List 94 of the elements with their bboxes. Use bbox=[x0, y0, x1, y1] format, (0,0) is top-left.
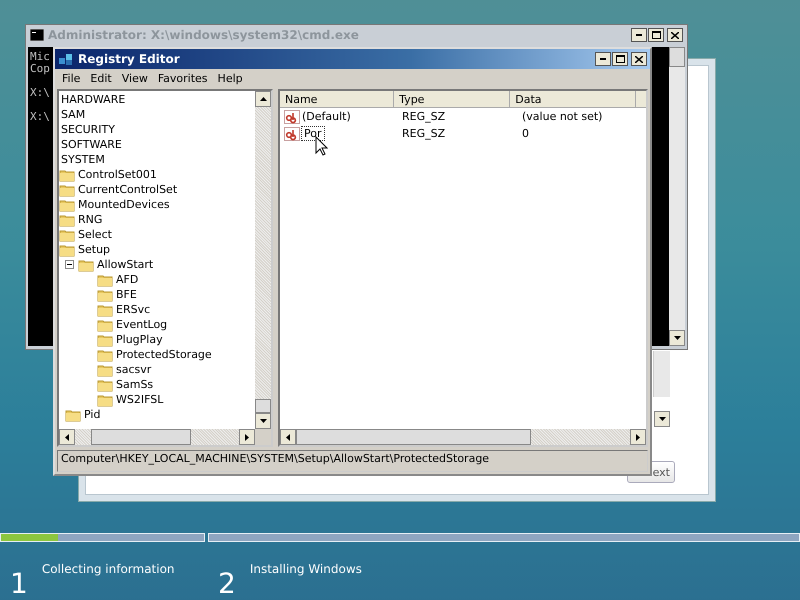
minimize-button[interactable] bbox=[595, 52, 611, 66]
folder-icon bbox=[97, 362, 113, 376]
table-cell-text: (value not set) bbox=[521, 110, 604, 123]
console-icon bbox=[30, 29, 44, 41]
tree-item[interactable]: ERSvc bbox=[116, 303, 150, 316]
close-icon bbox=[671, 32, 679, 38]
status-bar: Computer\HKEY_LOCAL_MACHINE\SYSTEM\Setup\AllowStart\ProtectedStorage bbox=[57, 450, 648, 472]
tree-item[interactable]: ProtectedStorage bbox=[116, 348, 212, 361]
folder-icon bbox=[59, 242, 75, 256]
close-button[interactable] bbox=[667, 28, 683, 42]
tree-item[interactable]: ControlSet001 bbox=[78, 168, 157, 181]
column-header[interactable]: Type bbox=[394, 91, 510, 108]
console-line: X:\ bbox=[30, 111, 50, 123]
menu-item[interactable]: Help bbox=[212, 72, 248, 84]
folder-icon bbox=[97, 288, 113, 302]
tree-item[interactable]: EventLog bbox=[116, 318, 168, 331]
scrollbar-thumb[interactable] bbox=[255, 399, 271, 413]
menu-item[interactable]: Edit bbox=[85, 72, 117, 84]
tree-item[interactable]: Select bbox=[78, 228, 112, 241]
menu-item[interactable]: File bbox=[57, 72, 86, 84]
string-value-icon bbox=[284, 110, 300, 124]
console-line: Mic bbox=[30, 51, 50, 63]
folder-icon bbox=[78, 258, 94, 272]
scroll-right-icon[interactable] bbox=[239, 429, 255, 445]
scroll-right-icon[interactable] bbox=[630, 429, 646, 445]
table-cell-text: REG_SZ bbox=[401, 110, 446, 123]
scroll-left-icon[interactable] bbox=[59, 429, 75, 445]
tree-item[interactable]: sacsvr bbox=[116, 363, 152, 376]
step-number: 2 bbox=[218, 570, 236, 598]
scrollbar-thumb[interactable] bbox=[91, 429, 191, 445]
value-name: (Default) bbox=[302, 110, 351, 123]
tree-item[interactable]: CurrentControlSet bbox=[78, 183, 178, 196]
close-icon bbox=[635, 56, 643, 62]
registry-cubes-icon bbox=[58, 52, 74, 66]
tree-item[interactable]: AllowStart bbox=[97, 258, 154, 271]
step-label: Installing Windows bbox=[250, 562, 362, 578]
folder-icon bbox=[97, 318, 113, 332]
string-value-icon bbox=[284, 126, 300, 140]
folder-icon bbox=[59, 212, 75, 226]
folder-icon bbox=[65, 408, 81, 422]
close-button[interactable] bbox=[631, 52, 647, 66]
tree-item[interactable]: HARDWARE bbox=[61, 93, 126, 106]
scrollbar-thumb[interactable] bbox=[296, 429, 531, 445]
maximize-icon bbox=[616, 55, 624, 63]
folder-icon bbox=[97, 348, 113, 362]
folder-icon bbox=[97, 392, 113, 406]
tree-item[interactable]: Pid bbox=[84, 408, 100, 421]
tree-item[interactable]: WS2IFSL bbox=[116, 393, 164, 406]
scroll-left-icon[interactable] bbox=[280, 429, 296, 445]
step-label: Collecting information bbox=[42, 562, 175, 578]
minimize-button[interactable] bbox=[631, 28, 647, 42]
folder-icon bbox=[59, 198, 75, 212]
collapse-icon[interactable] bbox=[65, 260, 74, 269]
column-header[interactable]: Name bbox=[280, 91, 394, 108]
scroll-up-icon[interactable] bbox=[255, 91, 271, 107]
column-header[interactable]: Data bbox=[510, 91, 636, 108]
maximize-button[interactable] bbox=[648, 28, 664, 42]
menu-item[interactable]: Favorites bbox=[152, 72, 213, 84]
table-cell-text: REG_SZ bbox=[401, 127, 446, 140]
menu-item[interactable]: View bbox=[116, 72, 153, 84]
tree-item[interactable]: SAM bbox=[61, 108, 86, 121]
scroll-down-icon[interactable] bbox=[654, 411, 670, 427]
tree-item[interactable]: SamSs bbox=[116, 378, 154, 391]
tree-item[interactable]: SYSTEM bbox=[61, 153, 105, 166]
scroll-down-icon[interactable] bbox=[669, 330, 685, 346]
tree-item[interactable]: RNG bbox=[78, 213, 102, 226]
step-number: 1 bbox=[10, 570, 28, 598]
minimize-icon bbox=[600, 58, 606, 60]
tree-item[interactable]: PlugPlay bbox=[116, 333, 163, 346]
window-title: Registry Editor bbox=[78, 52, 180, 66]
table-cell-text: 0 bbox=[521, 127, 530, 140]
tree-item[interactable]: SECURITY bbox=[61, 123, 115, 136]
tree-item[interactable]: BFE bbox=[116, 288, 137, 301]
folder-icon bbox=[59, 168, 75, 182]
folder-icon bbox=[97, 378, 113, 392]
folder-icon bbox=[97, 272, 113, 286]
mouse-cursor-icon bbox=[315, 136, 328, 156]
folder-icon bbox=[59, 228, 75, 242]
maximize-icon bbox=[652, 31, 660, 39]
console-line: Cop bbox=[30, 63, 50, 75]
folder-icon bbox=[97, 302, 113, 316]
tree-item[interactable]: MountedDevices bbox=[78, 198, 170, 211]
folder-icon bbox=[59, 182, 75, 196]
maximize-button[interactable] bbox=[612, 52, 628, 66]
tree-item[interactable]: AFD bbox=[116, 273, 138, 286]
rename-field[interactable]: Por bbox=[302, 127, 324, 140]
console-line: X:\ bbox=[30, 87, 50, 99]
scrollbar-thumb[interactable] bbox=[669, 46, 685, 66]
scroll-down-icon[interactable] bbox=[255, 413, 271, 429]
tree-item[interactable]: SOFTWARE bbox=[61, 138, 122, 151]
folder-icon bbox=[97, 332, 113, 346]
tree-item[interactable]: Setup bbox=[78, 243, 110, 256]
window-title: Administrator: X:\windows\system32\cmd.exe bbox=[48, 28, 359, 42]
minimize-icon bbox=[636, 34, 642, 36]
